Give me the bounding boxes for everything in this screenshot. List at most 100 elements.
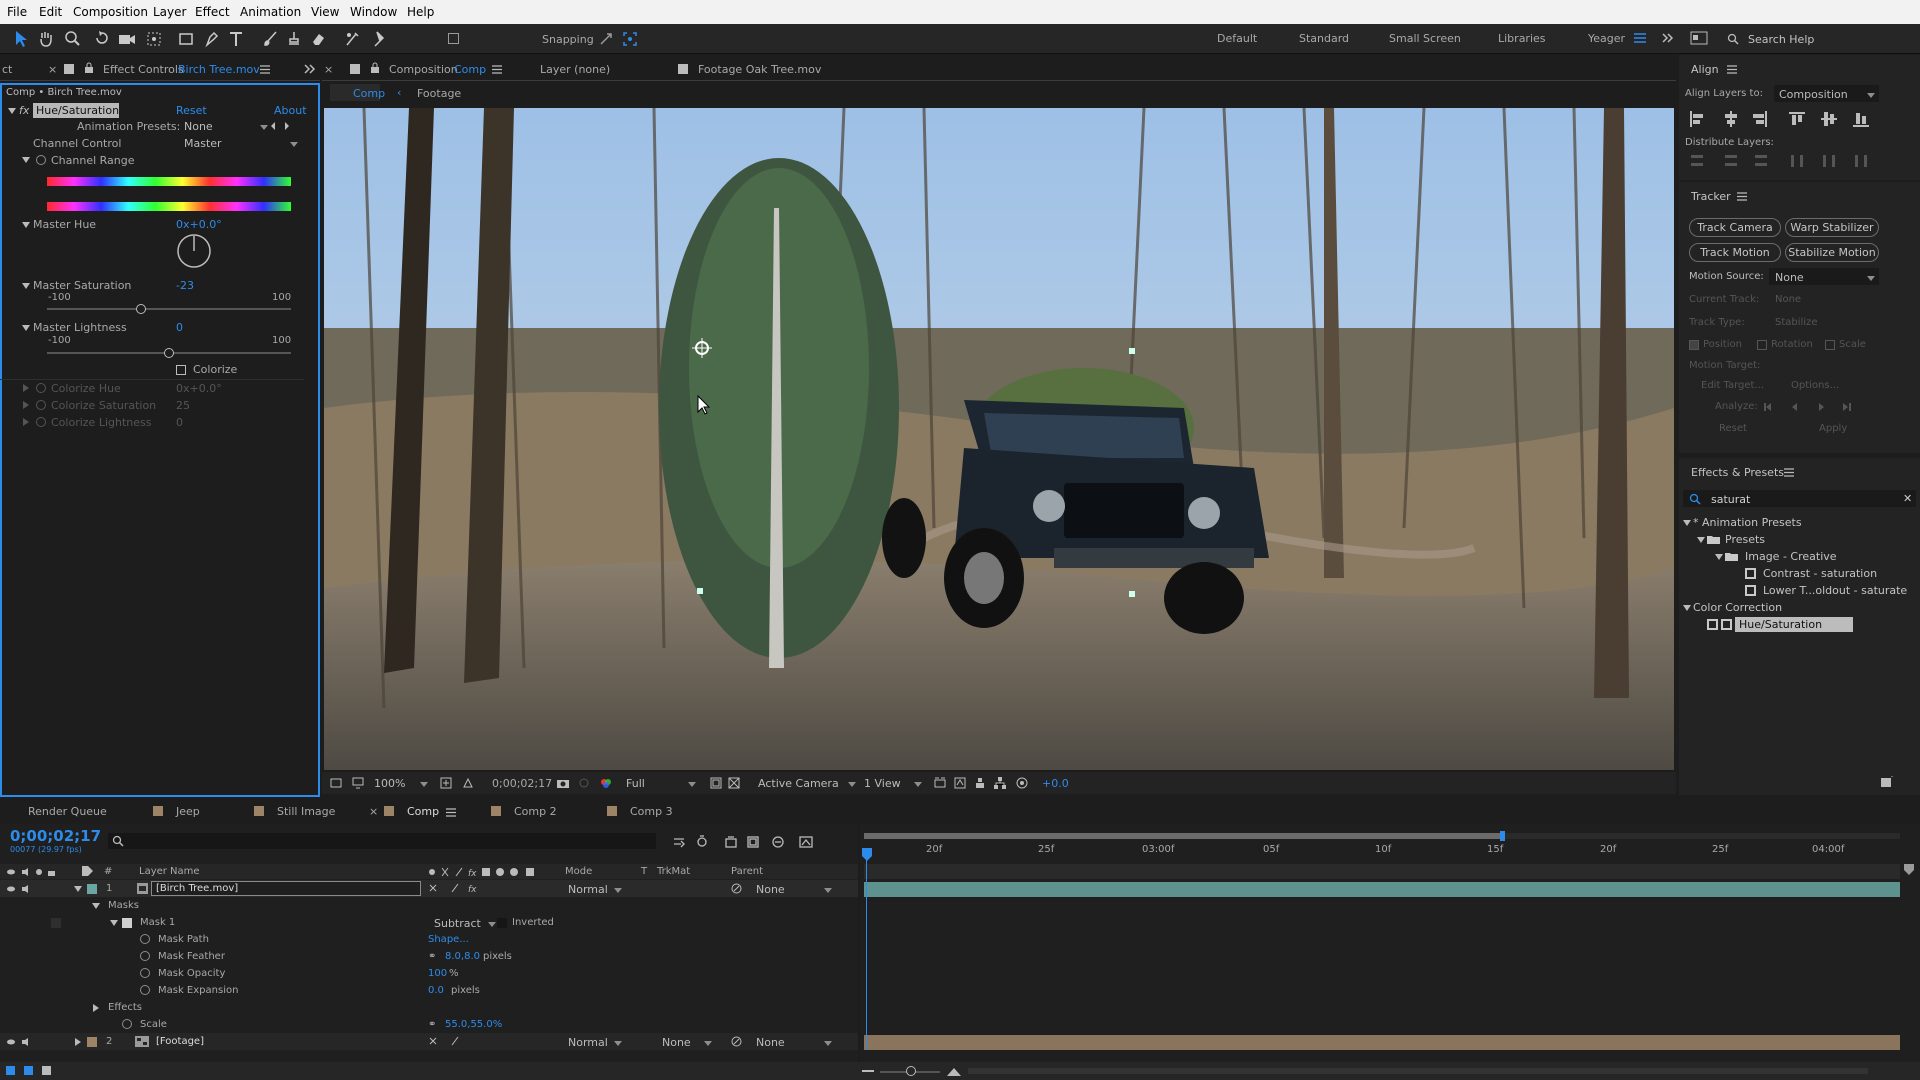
master-hue-dial[interactable] <box>176 233 212 269</box>
mask-visibility-icon[interactable] <box>462 777 474 789</box>
tree-item[interactable]: Presets <box>1683 531 1919 548</box>
warp-stabilizer-button[interactable]: Warp Stabilizer <box>1785 218 1879 237</box>
workspace-menu-icon[interactable] <box>1634 33 1646 43</box>
layer-switches-icons[interactable] <box>428 1036 468 1047</box>
workspace-standard[interactable]: Standard <box>1299 32 1349 45</box>
colorize-checkbox[interactable] <box>176 365 186 375</box>
mask-path-value[interactable]: Shape... <box>428 934 469 945</box>
snap-icon[interactable] <box>598 31 614 47</box>
tree-item-selected[interactable]: Hue/Saturation <box>1683 616 1919 633</box>
panel-menu-icon[interactable] <box>1727 65 1737 74</box>
close-tab-icon[interactable]: × <box>48 63 57 76</box>
panel-menu-icon[interactable] <box>1784 468 1794 477</box>
layer-label-color[interactable] <box>87 884 97 894</box>
track-camera-button[interactable]: Track Camera <box>1689 218 1781 237</box>
magnification-dropdown[interactable]: 100% <box>374 777 428 790</box>
mask1-disclosure-icon[interactable] <box>110 919 118 927</box>
channel-control-dropdown[interactable]: Master <box>184 137 298 150</box>
tree-item[interactable]: Image - Creative <box>1683 548 1919 565</box>
zoom-out-icon[interactable] <box>862 1067 874 1075</box>
layer2-duration-bar[interactable] <box>864 1035 1900 1050</box>
channel-range-disclosure-icon[interactable] <box>22 156 30 164</box>
mask-path-row[interactable]: Mask Path Shape... <box>0 931 858 948</box>
masks-row[interactable]: Masks <box>0 897 858 914</box>
timeline-search-input[interactable] <box>108 833 656 849</box>
overflow-chevron-icon[interactable] <box>1662 32 1674 44</box>
workspace-small-screen[interactable]: Small Screen <box>1389 32 1461 45</box>
show-snapshot-icon[interactable] <box>578 777 590 789</box>
selection-tool-icon[interactable] <box>14 30 28 48</box>
panel-menu-icon[interactable] <box>260 65 270 74</box>
layer-name[interactable]: [Birch Tree.mov] <box>156 883 238 894</box>
tree-item[interactable]: * Animation Presets <box>1683 514 1919 531</box>
layer-tab[interactable]: Layer (none) <box>540 63 610 76</box>
colorize-saturation-disclosure-icon[interactable] <box>22 401 30 409</box>
type-tool-icon[interactable] <box>228 30 244 48</box>
timeline-sync-icon[interactable] <box>974 777 986 789</box>
zoom-slider-knob[interactable] <box>906 1066 916 1076</box>
timeline-scrollbar[interactable] <box>968 1068 1868 1074</box>
stopwatch-icon[interactable] <box>140 968 150 978</box>
master-lightness-value[interactable]: 0 <box>176 321 183 334</box>
layer-disclosure-icon[interactable] <box>74 1038 82 1046</box>
eraser-tool-icon[interactable] <box>310 30 326 48</box>
layer-name-header[interactable]: Layer Name <box>139 866 200 877</box>
transparency-grid-icon[interactable] <box>728 777 740 789</box>
effect-controls-file[interactable]: Birch Tree.mov <box>178 63 260 76</box>
layer2-trkmat-dropdown[interactable]: None <box>662 1036 712 1049</box>
saturation-slider-knob[interactable] <box>135 304 146 314</box>
effect-disclosure-icon[interactable] <box>8 107 16 115</box>
brush-tool-icon[interactable] <box>262 30 278 48</box>
search-panel-toggle-icon[interactable] <box>1690 31 1708 45</box>
layer-switches-icons[interactable]: fx <box>428 883 484 894</box>
stabilize-motion-button[interactable]: Stabilize Motion <box>1785 243 1879 262</box>
close-tab-icon[interactable]: × <box>324 63 333 76</box>
snapping-toggle[interactable] <box>448 31 508 47</box>
exposure-reset-icon[interactable] <box>1016 777 1028 789</box>
panel-menu-icon[interactable] <box>1737 192 1747 201</box>
stopwatch-icon[interactable] <box>140 934 150 944</box>
tab-still-image[interactable]: Still Image <box>277 805 335 818</box>
tab-comp-2[interactable]: Comp 2 <box>514 805 557 818</box>
pickwhip-icon[interactable] <box>731 1036 742 1047</box>
view-layout-dropdown[interactable]: 1 View <box>864 777 922 790</box>
camera-view-dropdown[interactable]: Active Camera <box>758 777 856 790</box>
viewer-timecode[interactable]: 0;00;02;17 <box>492 777 552 790</box>
composition-tab[interactable]: Composition <box>389 63 458 76</box>
stopwatch-icon[interactable] <box>140 951 150 961</box>
tree-item[interactable]: Contrast - saturation <box>1683 565 1919 582</box>
tracker-title[interactable]: Tracker <box>1691 190 1731 203</box>
fx-toggle-icon[interactable]: fx <box>19 104 29 117</box>
menu-help[interactable]: Help <box>407 5 434 19</box>
title-safe-icon[interactable] <box>440 777 452 789</box>
workspace-libraries[interactable]: Libraries <box>1498 32 1546 45</box>
flowchart-icon[interactable] <box>994 777 1006 789</box>
layer-row-1[interactable]: 1 [Birch Tree.mov] fx Normal None <box>0 880 858 897</box>
work-area-range[interactable] <box>864 833 1504 839</box>
scale-value[interactable]: 55.0,55.0% <box>445 1019 502 1030</box>
layer2-parent-dropdown[interactable]: None <box>756 1036 832 1049</box>
panel-menu-icon[interactable] <box>446 808 456 817</box>
composition-tab-name[interactable]: Comp <box>454 63 486 76</box>
master-hue-value[interactable]: 0x+0.0° <box>176 218 222 231</box>
scale-row[interactable]: Scale ⚭ 55.0,55.0% <box>0 1016 858 1033</box>
resolution-dropdown[interactable]: Full <box>626 777 696 790</box>
layer-disclosure-icon[interactable] <box>74 885 82 893</box>
layer-row-2[interactable]: 2 [Footage] Normal None None <box>0 1033 858 1050</box>
panel-menu-icon[interactable] <box>492 65 502 74</box>
monitor-icon[interactable] <box>352 777 364 789</box>
layer-name[interactable]: [Footage] <box>156 1036 204 1047</box>
playhead-head-icon[interactable] <box>861 848 873 862</box>
time-ruler[interactable]: 20f 25f 03:00f 05f 10f 15f 20f 25f 04:00… <box>860 842 1920 864</box>
layer2-mode-dropdown[interactable]: Normal <box>568 1036 622 1049</box>
tree-item[interactable]: Color Correction <box>1683 599 1919 616</box>
clone-stamp-tool-icon[interactable] <box>286 30 302 48</box>
work-area-end-handle[interactable] <box>1500 831 1505 841</box>
tab-jeep[interactable]: Jeep <box>176 805 200 818</box>
effect-controls-tab[interactable]: Effect Controls <box>103 63 184 76</box>
visibility-eye-icon[interactable] <box>6 884 36 894</box>
inverted-checkbox[interactable] <box>497 918 507 928</box>
effects-row[interactable]: Effects <box>0 999 858 1016</box>
align-to-dropdown[interactable]: Composition <box>1779 88 1875 101</box>
layer1-duration-bar[interactable] <box>864 882 1900 897</box>
